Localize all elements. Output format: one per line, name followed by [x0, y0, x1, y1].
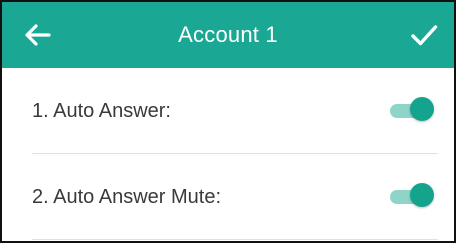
toggle-thumb — [410, 183, 434, 207]
back-button[interactable] — [22, 19, 54, 51]
arrow-left-icon — [25, 24, 51, 46]
toggle-thumb — [410, 97, 434, 121]
page-title: Account 1 — [178, 22, 278, 47]
check-icon — [411, 25, 438, 46]
setting-label-auto-answer-mute: 2. Auto Answer Mute: — [32, 186, 221, 208]
phone-screen: Account 1 1. Auto Answer: 2. Auto Answer… — [0, 0, 456, 243]
auto-answer-toggle[interactable] — [390, 97, 434, 121]
setting-label-auto-answer: 1. Auto Answer: — [32, 100, 171, 122]
auto-answer-mute-toggle[interactable] — [390, 183, 434, 207]
settings-list: 1. Auto Answer: 2. Auto Answer Mute: — [2, 68, 454, 240]
setting-row-auto-answer-mute: 2. Auto Answer Mute: — [2, 154, 454, 240]
title-bar: Account 1 — [2, 2, 454, 68]
confirm-button[interactable] — [408, 19, 440, 51]
setting-row-auto-answer: 1. Auto Answer: — [2, 68, 454, 154]
row-divider — [32, 239, 438, 240]
